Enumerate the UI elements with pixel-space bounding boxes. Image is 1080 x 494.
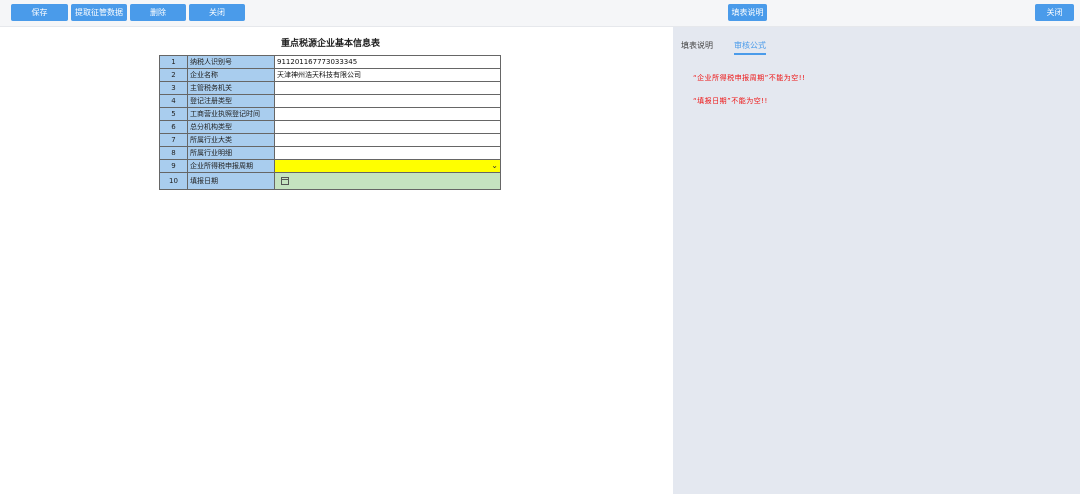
row-number: 5	[159, 107, 188, 121]
row-label: 登记注册类型	[187, 94, 275, 108]
industry-detail-field[interactable]	[274, 146, 501, 160]
row-label: 主管税务机关	[187, 81, 275, 95]
fill-instructions-button[interactable]: 填表说明	[728, 4, 767, 21]
active-tab-indicator	[734, 53, 766, 55]
table-row: 4 登记注册类型	[159, 94, 501, 108]
validation-error: “企业所得税申报周期”不能为空!!	[693, 74, 806, 82]
row-number: 7	[159, 133, 188, 147]
info-table: 1 纳税人识别号 911201167773033345 2 企业名称 天津神州浩…	[159, 55, 501, 190]
row-number: 4	[159, 94, 188, 108]
company-name-field[interactable]: 天津神州浩天科技有限公司	[274, 68, 501, 82]
row-number: 8	[159, 146, 188, 160]
row-label: 所属行业大类	[187, 133, 275, 147]
tab-fill-instructions[interactable]: 填表说明	[681, 40, 713, 51]
save-button[interactable]: 保存	[11, 4, 68, 21]
close-panel-button[interactable]: 关闭	[1035, 4, 1074, 21]
table-row: 2 企业名称 天津神州浩天科技有限公司	[159, 68, 501, 82]
table-row: 10 填报日期	[159, 172, 501, 190]
row-label: 纳税人识别号	[187, 55, 275, 69]
branch-type-field[interactable]	[274, 120, 501, 134]
tab-audit-formula[interactable]: 审核公式	[734, 40, 766, 51]
toolbar: 保存 提取征管数据 删除 关闭 填表说明 关闭	[0, 0, 1080, 27]
row-number: 1	[159, 55, 188, 69]
row-number: 6	[159, 120, 188, 134]
row-label: 企业所得税申报周期	[187, 159, 275, 173]
calendar-icon[interactable]	[281, 177, 289, 185]
delete-button[interactable]: 删除	[130, 4, 186, 21]
row-number: 2	[159, 68, 188, 82]
close-button[interactable]: 关闭	[189, 4, 245, 21]
form-area: 重点税源企业基本信息表 1 纳税人识别号 911201167773033345 …	[0, 27, 673, 494]
industry-category-field[interactable]	[274, 133, 501, 147]
chevron-down-icon[interactable]: ⌄	[491, 161, 498, 170]
registration-type-field[interactable]	[274, 94, 501, 108]
table-row: 7 所属行业大类	[159, 133, 501, 147]
page-title: 重点税源企业基本信息表	[280, 39, 380, 49]
table-row: 1 纳税人识别号 911201167773033345	[159, 55, 501, 69]
license-date-field[interactable]	[274, 107, 501, 121]
row-number: 9	[159, 159, 188, 173]
row-number: 10	[159, 172, 188, 190]
table-row: 6 总分机构类型	[159, 120, 501, 134]
table-row: 5 工商营业执照登记时间	[159, 107, 501, 121]
row-label: 总分机构类型	[187, 120, 275, 134]
tax-period-select[interactable]: ⌄	[274, 159, 501, 173]
table-row: 8 所属行业明细	[159, 146, 501, 160]
tax-authority-field[interactable]	[274, 81, 501, 95]
fill-date-field[interactable]	[274, 172, 501, 190]
taxpayer-id-field[interactable]: 911201167773033345	[274, 55, 501, 69]
table-row: 9 企业所得税申报周期 ⌄	[159, 159, 501, 173]
table-row: 3 主管税务机关	[159, 81, 501, 95]
row-label: 填报日期	[187, 172, 275, 190]
validation-error: “填报日期”不能为空!!	[693, 97, 768, 105]
side-panel: 填表说明 审核公式 “企业所得税申报周期”不能为空!! “填报日期”不能为空!!	[673, 27, 1080, 494]
row-label: 工商营业执照登记时间	[187, 107, 275, 121]
row-number: 3	[159, 81, 188, 95]
row-label: 所属行业明细	[187, 146, 275, 160]
fetch-data-button[interactable]: 提取征管数据	[71, 4, 127, 21]
row-label: 企业名称	[187, 68, 275, 82]
